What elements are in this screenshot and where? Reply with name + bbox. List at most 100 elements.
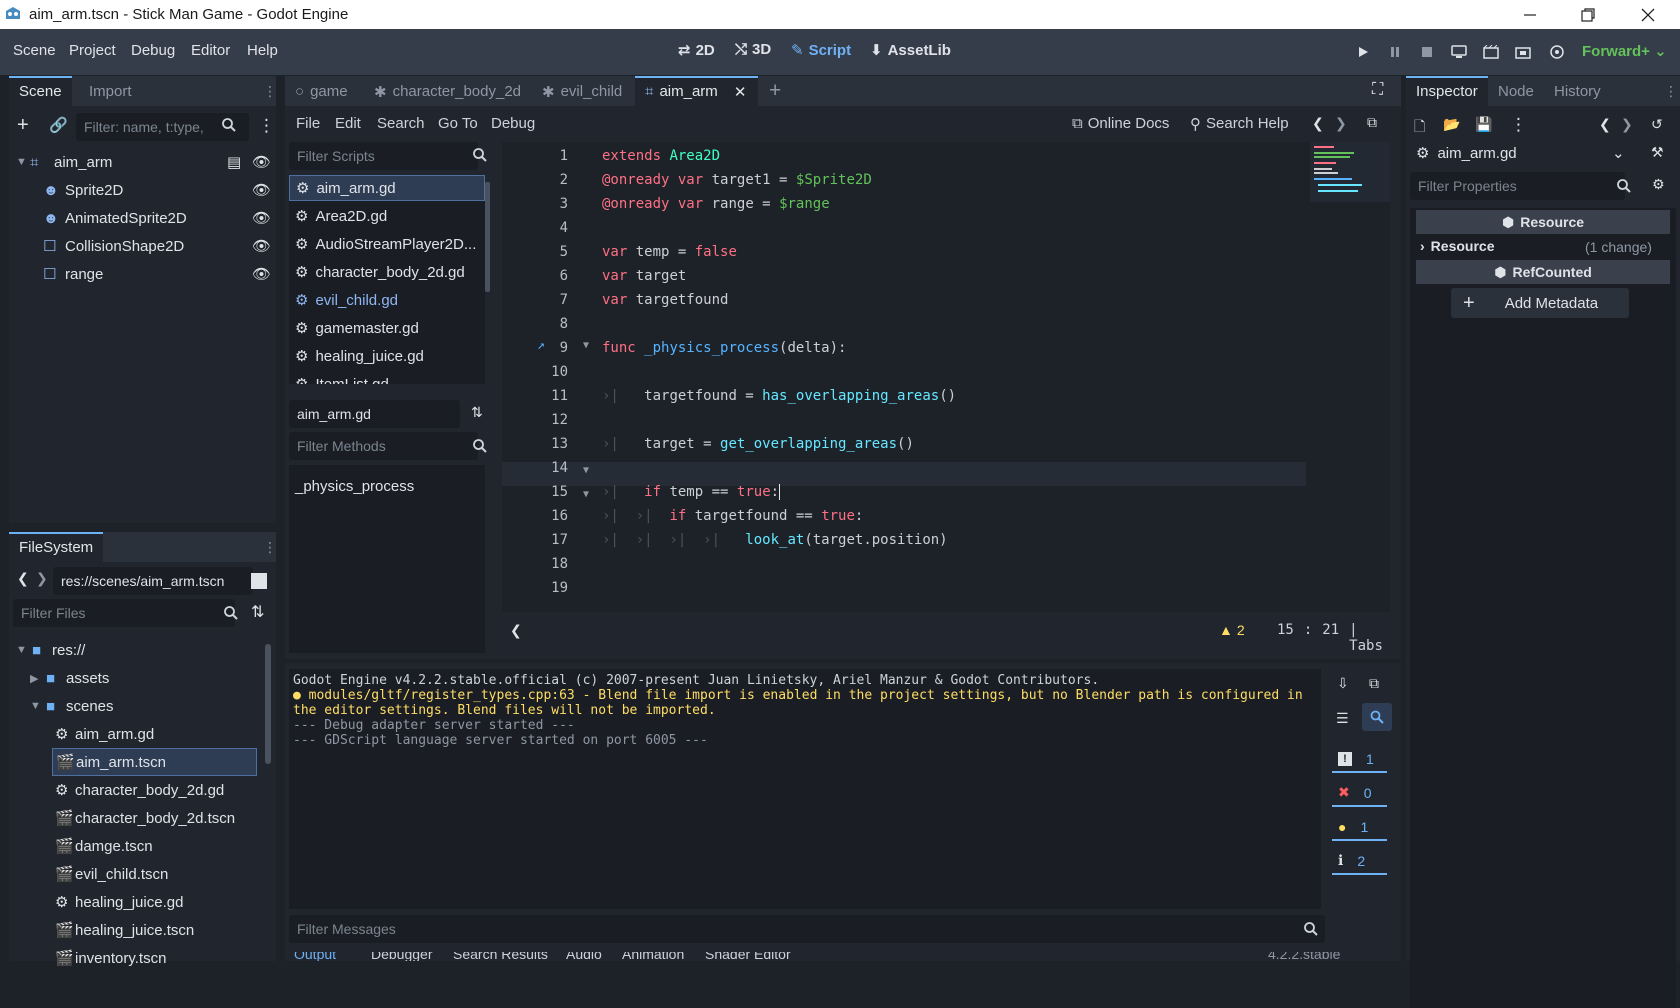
filter-warnings-toggle[interactable]: ● 1 (1332, 814, 1387, 841)
show-search-toggle[interactable] (1362, 703, 1392, 731)
method-item[interactable]: _physics_process (289, 473, 485, 499)
inspected-object-selector[interactable]: ⚙ aim_arm.gd ⌄ (1410, 138, 1630, 168)
open-resource-icon[interactable]: 📂 (1443, 116, 1460, 133)
scene-tab-game[interactable]: ○ game (285, 76, 358, 106)
script-menu-file[interactable]: File (296, 115, 320, 132)
script-item-area2d[interactable]: ⚙ Area2D.gd (289, 203, 485, 229)
tree-node-aim-arm[interactable]: ▼ ⌗ aim_arm ▤ 👁 (9, 148, 276, 176)
minimize-icon[interactable] (1507, 0, 1553, 29)
split-mode-icon[interactable] (251, 573, 267, 589)
object-history-icon[interactable]: ↺ (1651, 116, 1663, 133)
collapse-duplicates-icon[interactable]: ☰ (1336, 710, 1349, 727)
filter-methods-input[interactable]: Filter Methods (289, 432, 478, 460)
add-node-icon[interactable]: + (17, 114, 29, 137)
filter-messages-toggle[interactable]: ! 1 (1332, 746, 1387, 773)
tab-inspector[interactable]: Inspector (1406, 76, 1488, 106)
script-menu-debug[interactable]: Debug (491, 115, 535, 132)
pause-icon[interactable] (1386, 43, 1404, 61)
dock-menu-icon[interactable]: ⋮ (1664, 83, 1678, 100)
filesystem-path-field[interactable]: res://scenes/aim_arm.tscn (53, 567, 253, 595)
scene-tab-evil-child[interactable]: ✱ evil_child (532, 76, 632, 106)
visibility-eye-icon[interactable]: 👁 (252, 181, 271, 199)
online-docs-button[interactable]: ⧉ Online Docs (1072, 115, 1169, 132)
sort-icon[interactable]: ⇅ (471, 404, 483, 421)
tab-history[interactable]: History (1544, 76, 1611, 106)
visibility-eye-icon[interactable]: 👁 (252, 237, 271, 255)
tab-filesystem[interactable]: FileSystem (9, 532, 104, 562)
make-floating-icon[interactable]: ⧉ (1367, 114, 1377, 131)
save-resource-icon[interactable]: 💾 (1475, 116, 1492, 133)
filter-scripts-input[interactable]: Filter Scripts (289, 142, 478, 170)
script-item-evil-child[interactable]: ⚙ evil_child.gd (289, 287, 485, 313)
filter-errors-toggle[interactable]: ✖ 0 (1332, 780, 1387, 807)
script-attached-icon[interactable]: ▤ (227, 153, 241, 171)
tab-node[interactable]: Node (1488, 76, 1544, 106)
script-item-character-body[interactable]: ⚙ character_body_2d.gd (289, 259, 485, 285)
script-item-healing-juice[interactable]: ⚙ healing_juice.gd (289, 343, 485, 369)
movie-maker-icon[interactable] (1548, 43, 1566, 61)
file-row-character-body-tscn[interactable]: 🎬 character_body_2d.tscn (9, 804, 257, 832)
toggle-scripts-panel-icon[interactable]: ❮ (510, 622, 522, 639)
file-row-aim-arm-gd[interactable]: ⚙ aim_arm.gd (9, 720, 257, 748)
visibility-eye-icon[interactable]: 👁 (252, 209, 271, 227)
tree-node-collisionshape2d[interactable]: ☐ CollisionShape2D 👁 (9, 232, 276, 260)
script-menu-goto[interactable]: Go To (438, 115, 478, 132)
sort-icon[interactable]: ⇅ (251, 602, 264, 622)
resource-options-icon[interactable]: ⋮ (1510, 115, 1527, 135)
script-menu-edit[interactable]: Edit (335, 115, 361, 132)
workspace-assetlib-button[interactable]: ⬇ AssetLib (870, 41, 951, 60)
script-item-aim-arm[interactable]: ⚙ aim_arm.gd (289, 175, 485, 201)
file-row-scenes[interactable]: ▼ ■ scenes (9, 692, 257, 720)
code-editor[interactable]: 1 2 3 4 5 6 7 8 9 10 11 12 13 14 15 16 1… (502, 142, 1390, 612)
file-row-aim-arm-tscn[interactable]: 🎬 aim_arm.tscn (52, 748, 257, 776)
script-item-itemlist[interactable]: ⚙ ItemList.gd (289, 371, 485, 385)
run-current-scene-icon[interactable] (1482, 43, 1500, 61)
close-tab-icon[interactable]: ✕ (734, 83, 747, 106)
visibility-eye-icon[interactable]: 👁 (252, 265, 271, 283)
tab-scene[interactable]: Scene (9, 76, 72, 106)
output-log[interactable]: Godot Engine v4.2.2.stable.official (c) … (289, 669, 1321, 909)
workspace-script-button[interactable]: ✎ Script (791, 41, 851, 60)
filter-editor-toggle[interactable]: ℹ2 (1332, 848, 1387, 875)
object-tools-icon[interactable]: ⚒ (1651, 144, 1664, 161)
copy-output-icon[interactable]: ⧉ (1369, 675, 1379, 692)
warnings-indicator[interactable]: ▲ 2 (1219, 622, 1245, 638)
file-row-healing-juice-gd[interactable]: ⚙ healing_juice.gd (9, 888, 257, 916)
section-refcounted[interactable]: ⬢ RefCounted (1416, 260, 1670, 284)
fold-chevron-icon[interactable]: ▼ (583, 489, 589, 500)
add-scene-tab-icon[interactable]: + (769, 79, 781, 103)
menu-help[interactable]: Help (247, 42, 278, 59)
file-row-evil-child-tscn[interactable]: 🎬 evil_child.tscn (9, 860, 257, 888)
fold-chevron-icon[interactable]: ▼ (583, 340, 589, 351)
script-item-gamemaster[interactable]: ⚙ gamemaster.gd (289, 315, 485, 341)
tab-debugger[interactable]: Debugger (371, 952, 433, 961)
section-resource[interactable]: ⬢ Resource (1416, 210, 1670, 234)
file-row-character-body-gd[interactable]: ⚙ character_body_2d.gd (9, 776, 257, 804)
instance-scene-icon[interactable]: 🔗 (49, 116, 68, 134)
filter-messages-input[interactable]: Filter Messages (289, 915, 1325, 943)
tab-output[interactable]: Output (294, 952, 336, 961)
menu-scene[interactable]: Scene (13, 42, 56, 59)
indent-mode[interactable]: | Tabs (1349, 622, 1390, 654)
script-item-audiostreamplayer[interactable]: ⚙ AudioStreamPlayer2D... (289, 231, 485, 257)
distraction-free-icon[interactable]: ⛶ (1372, 81, 1383, 99)
visibility-eye-icon[interactable]: 👁 (252, 153, 271, 171)
file-row-damge-tscn[interactable]: 🎬 damge.tscn (9, 832, 257, 860)
clear-output-icon[interactable]: ⇩ (1337, 675, 1349, 692)
menu-project[interactable]: Project (69, 42, 116, 59)
new-resource-icon[interactable]: 🗋 (1414, 116, 1425, 140)
scene-options-icon[interactable]: ⋮ (258, 116, 275, 136)
filter-files-input[interactable]: Filter Files (13, 599, 235, 627)
tab-import[interactable]: Import (79, 76, 142, 106)
add-metadata-button[interactable]: + Add Metadata (1451, 288, 1629, 318)
tree-node-range[interactable]: ☐ range 👁 (9, 260, 276, 288)
tab-shader-editor[interactable]: Shader Editor (705, 952, 791, 961)
back-icon[interactable]: ❮ (17, 570, 29, 587)
scene-tab-character-body-2d[interactable]: ✱ character_body_2d (364, 76, 531, 106)
remote-debug-icon[interactable] (1450, 43, 1468, 61)
play-icon[interactable] (1354, 43, 1372, 61)
dock-menu-icon[interactable]: ⋮ (263, 539, 277, 556)
forward-icon[interactable]: ❯ (36, 570, 48, 587)
code-minimap[interactable] (1310, 142, 1390, 202)
workspace-2d-button[interactable]: ⇄ 2D (678, 41, 715, 60)
